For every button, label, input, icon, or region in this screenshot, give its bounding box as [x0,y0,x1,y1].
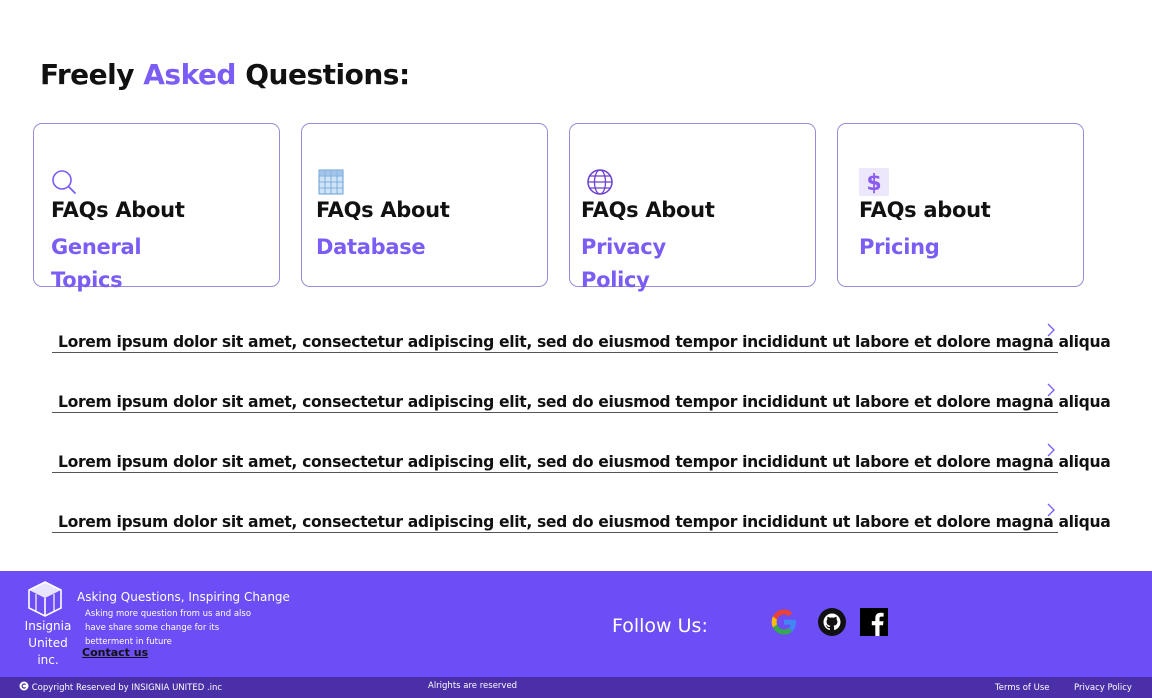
faq-question: Lorem ipsum dolor sit amet, consectetur … [58,393,1111,411]
faq-question: Lorem ipsum dolor sit amet, consectetur … [58,453,1111,471]
brand-line-3: inc. [37,653,59,667]
title-part-2: Asked [143,58,236,91]
privacy-policy-link[interactable]: Privacy Policy [1074,683,1132,693]
chevron-right-icon[interactable] [1046,383,1056,397]
copyright-text: Copyright Reserved by INSIGNIA UNITED .i… [31,683,223,693]
faq-item[interactable]: Lorem ipsum dolor sit amet, consectetur … [52,443,1111,473]
rights-text: Alrights are reserved [428,681,518,691]
card-title-line2: Privacy Policy [581,235,666,292]
brand-name: Insignia United inc. [20,618,76,669]
dollar-icon: $ [859,168,889,196]
github-icon[interactable] [817,607,847,637]
database-icon [318,169,344,195]
category-card-privacy[interactable]: FAQs About Privacy Policy [569,123,816,292]
footer-bottom-bar: Copyright Reserved by INSIGNIA UNITED .i… [0,677,1152,698]
footer-tagline: Asking Questions, Inspiring Change [77,590,290,604]
footer-description: Asking more question from us and also ha… [85,609,252,647]
footer: Insignia United inc. Asking Questions, I… [0,571,1152,677]
faq-question: Lorem ipsum dolor sit amet, consectetur … [58,513,1111,531]
contact-us-link[interactable]: Contact us [82,646,148,659]
brand-line-2: United [28,636,68,650]
card-title-line1: FAQs About [581,198,715,222]
card-title-line1: FAQs About [51,198,185,222]
card-title-line2: Database [316,235,426,259]
faq-item[interactable]: Lorem ipsum dolor sit amet, consectetur … [52,503,1111,533]
globe-icon [587,169,613,195]
terms-link[interactable]: Terms of Use [995,683,1050,693]
card-title-line1: FAQs About [316,198,450,222]
card-title-line1: FAQs about [859,198,991,222]
page-title: Freely Asked Questions: [40,58,410,91]
faq-item[interactable]: Lorem ipsum dolor sit amet, consectetur … [52,383,1111,413]
category-card-general[interactable]: FAQs About General Topics [33,123,280,292]
brand-line-1: Insignia [24,619,72,633]
copyright: Copyright Reserved by INSIGNIA UNITED .i… [19,681,222,693]
search-icon [52,170,76,194]
card-title-line2: Pricing [859,235,940,259]
title-part-1: Freely [40,58,134,91]
category-card-pricing[interactable]: $ FAQs about Pricing [837,123,1084,287]
faq-question: Lorem ipsum dolor sit amet, consectetur … [58,333,1111,351]
faq-item[interactable]: Lorem ipsum dolor sit amet, consectetur … [52,323,1111,353]
copyright-icon [19,681,29,691]
chevron-right-icon[interactable] [1046,503,1056,517]
facebook-icon[interactable] [859,607,889,637]
follow-us-label: Follow Us: [612,615,708,637]
google-icon[interactable] [769,607,799,637]
category-card-database[interactable]: FAQs About Database [301,123,548,287]
title-part-3: Questions: [245,58,410,91]
brand-logo-icon [28,581,62,617]
chevron-right-icon[interactable] [1046,443,1056,457]
svg-text:$: $ [866,171,881,196]
card-title-line2: General Topics [51,235,142,292]
chevron-right-icon[interactable] [1046,323,1056,337]
